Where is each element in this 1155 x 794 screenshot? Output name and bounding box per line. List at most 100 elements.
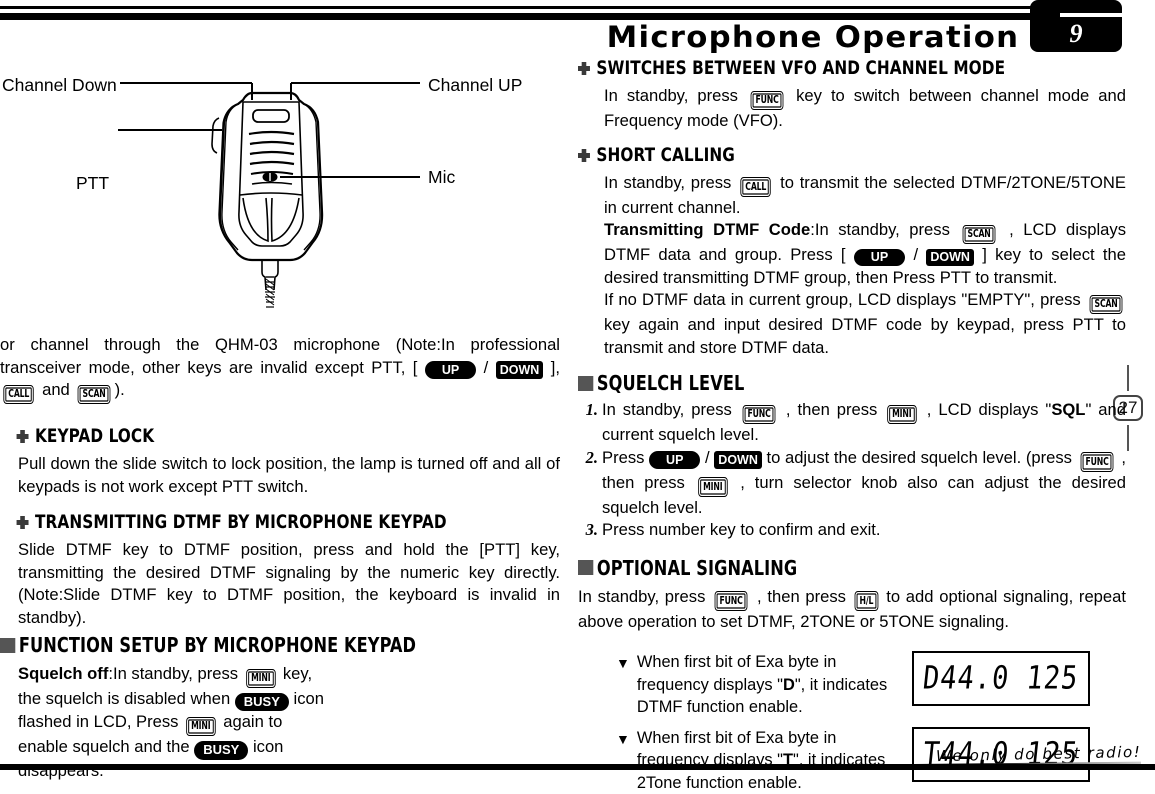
key-mini[interactable]: MINI: [186, 717, 215, 737]
step-number: 2.: [578, 447, 602, 470]
chapter-number: 9: [1070, 21, 1083, 47]
label-ptt: PTT: [76, 173, 109, 194]
cross-bullet-icon: [17, 516, 29, 529]
switches-t1: In standby, press: [604, 86, 747, 105]
step-body: Press number key to confirm and exit.: [602, 519, 1126, 542]
key-down[interactable]: DOWN: [926, 249, 974, 267]
body-keypad-lock: Pull down the slide switch to lock posit…: [0, 453, 560, 498]
key-mini[interactable]: MINI: [887, 405, 916, 425]
continued-text-part3: ],: [543, 358, 560, 377]
key-scan[interactable]: SCAN: [963, 225, 996, 245]
cross-bullet-icon: [17, 430, 29, 443]
heading-squelch-level: SQUELCH LEVEL: [578, 371, 1071, 395]
key-up[interactable]: UP: [425, 361, 476, 379]
microphone-illustration: [0, 60, 560, 332]
microphone-diagram: Channel Down PTT Channel UP Mic: [0, 60, 560, 332]
label-channel-up: Channel UP: [428, 75, 522, 96]
squelch-off-label: Squelch off: [18, 664, 108, 683]
chapter-badge-body: 9: [1030, 17, 1122, 52]
continued-text-part5: ).: [115, 380, 125, 399]
heading-switches-vfo-channel-text: SWITCHES BETWEEN VFO AND CHANNEL MODE: [596, 58, 1005, 79]
sql-step2-c: to adjust the desired squelch level. (pr…: [762, 448, 1077, 467]
transmitting-dtmf-code-label: Transmitting DTMF Code: [604, 220, 810, 239]
busy-indicator-icon: BUSY: [194, 741, 248, 759]
body-switches-vfo-channel: In standby, press FUNC key to switch bet…: [578, 85, 1126, 133]
sql-step2-b: /: [700, 448, 714, 467]
key-hl[interactable]: H/L: [854, 591, 878, 611]
key-call[interactable]: CALL: [3, 385, 34, 405]
key-scan[interactable]: SCAN: [1089, 295, 1122, 315]
continued-paragraph: or channel through the QHM-03 microphone…: [0, 334, 560, 404]
list-item: 1. In standby, press FUNC , then press M…: [578, 399, 1126, 447]
sql-indicator-text: SQL: [1051, 400, 1085, 419]
square-bullet-icon: [578, 560, 593, 575]
heading-transmitting-dtmf: TRANSMITTING DTMF BY MICROPHONE KEYPAD: [0, 512, 515, 533]
cross-bullet-icon: [578, 149, 590, 162]
key-down[interactable]: DOWN: [714, 451, 762, 469]
left-column: Channel Down PTT Channel UP Mic or chann…: [0, 60, 560, 782]
step-number: 3.: [578, 519, 602, 542]
body-short-calling-p3: If no DTMF data in current group, LCD di…: [578, 289, 1126, 359]
heading-optional-signaling: OPTIONAL SIGNALING: [578, 556, 1071, 580]
optional-signaling-note-1: ▼ When first bit of Exa byte in frequenc…: [578, 651, 1126, 719]
page-marker-tick-top: [1127, 365, 1129, 391]
step-body: In standby, press FUNC , then press MINI…: [602, 399, 1126, 447]
footer-rule: [0, 764, 1155, 770]
page-marker-tick-bottom: [1127, 425, 1129, 451]
key-scan[interactable]: SCAN: [78, 385, 111, 405]
body-transmitting-dtmf: Slide DTMF key to DTMF position, press a…: [0, 539, 560, 629]
key-func[interactable]: FUNC: [751, 91, 784, 111]
lcd-text-dtmf: D44.0 125: [921, 660, 1080, 697]
heading-squelch-level-text: SQUELCH LEVEL: [597, 371, 745, 395]
list-item: 3. Press number key to confirm and exit.: [578, 519, 1126, 542]
right-column: SWITCHES BETWEEN VFO AND CHANNEL MODE In…: [578, 58, 1126, 794]
list-item: 2. Press UP / DOWN to adjust the desired…: [578, 447, 1126, 520]
squelch-level-steps: 1. In standby, press FUNC , then press M…: [578, 399, 1126, 542]
key-mini[interactable]: MINI: [246, 669, 275, 689]
continued-text-part4: and: [37, 380, 74, 399]
step-body: Press UP / DOWN to adjust the desired sq…: [602, 447, 1126, 520]
sql-step2-a: Press: [602, 448, 649, 467]
busy-indicator-icon: BUSY: [235, 693, 289, 711]
square-bullet-icon: [0, 638, 15, 653]
sql-step1-c: , LCD displays ": [920, 400, 1051, 419]
short-calling-p1a: In standby, press: [604, 173, 737, 192]
page-title: Microphone Operation: [606, 20, 1019, 54]
header-rule-thick: [0, 13, 1060, 20]
label-mic: Mic: [428, 167, 455, 188]
heading-transmitting-dtmf-text: TRANSMITTING DTMF BY MICROPHONE KEYPAD: [35, 512, 447, 533]
short-calling-p2c: /: [905, 245, 926, 264]
note-1-bold: D: [783, 676, 795, 694]
continued-text-part2: /: [476, 358, 496, 377]
triangle-bullet-icon: ▼: [616, 652, 630, 674]
heading-keypad-lock-text: KEYPAD LOCK: [35, 426, 154, 447]
cross-bullet-icon: [578, 62, 590, 75]
key-func[interactable]: FUNC: [1080, 452, 1113, 472]
key-up[interactable]: UP: [854, 249, 905, 267]
opt-sig-a: In standby, press: [578, 587, 711, 606]
triangle-bullet-icon: ▼: [616, 728, 630, 750]
lcd-display-dtmf: D44.0 125: [912, 651, 1090, 706]
key-func[interactable]: FUNC: [715, 591, 748, 611]
heading-keypad-lock: KEYPAD LOCK: [0, 426, 515, 447]
heading-short-calling: SHORT CALLING: [578, 145, 1082, 166]
note-2-text: When first bit of Exa byte in frequency …: [637, 727, 894, 794]
key-func[interactable]: FUNC: [742, 405, 775, 425]
header-rule-thin: [0, 6, 1060, 9]
key-down[interactable]: DOWN: [496, 361, 544, 379]
short-calling-p3a: If no DTMF data in current group, LCD di…: [604, 290, 1086, 309]
key-call[interactable]: CALL: [740, 177, 771, 197]
short-calling-p3b: key again and input desired DTMF code by…: [604, 315, 1126, 357]
chapter-badge: 9: [1030, 0, 1122, 52]
opt-sig-b: , then press: [751, 587, 851, 606]
heading-short-calling-text: SHORT CALLING: [596, 145, 735, 166]
heading-optional-signaling-text: OPTIONAL SIGNALING: [597, 556, 797, 580]
heading-function-setup-text: FUNCTION SETUP BY MICROPHONE KEYPAD: [19, 633, 416, 657]
heading-function-setup: FUNCTION SETUP BY MICROPHONE KEYPAD: [0, 633, 504, 657]
squelch-off-t1: :In standby, press: [108, 664, 242, 683]
heading-switches-vfo-channel: SWITCHES BETWEEN VFO AND CHANNEL MODE: [578, 58, 1082, 79]
key-mini[interactable]: MINI: [698, 477, 727, 497]
note-1-text: When first bit of Exa byte in frequency …: [637, 651, 894, 719]
key-up[interactable]: UP: [649, 451, 700, 469]
step-number: 1.: [578, 399, 602, 422]
